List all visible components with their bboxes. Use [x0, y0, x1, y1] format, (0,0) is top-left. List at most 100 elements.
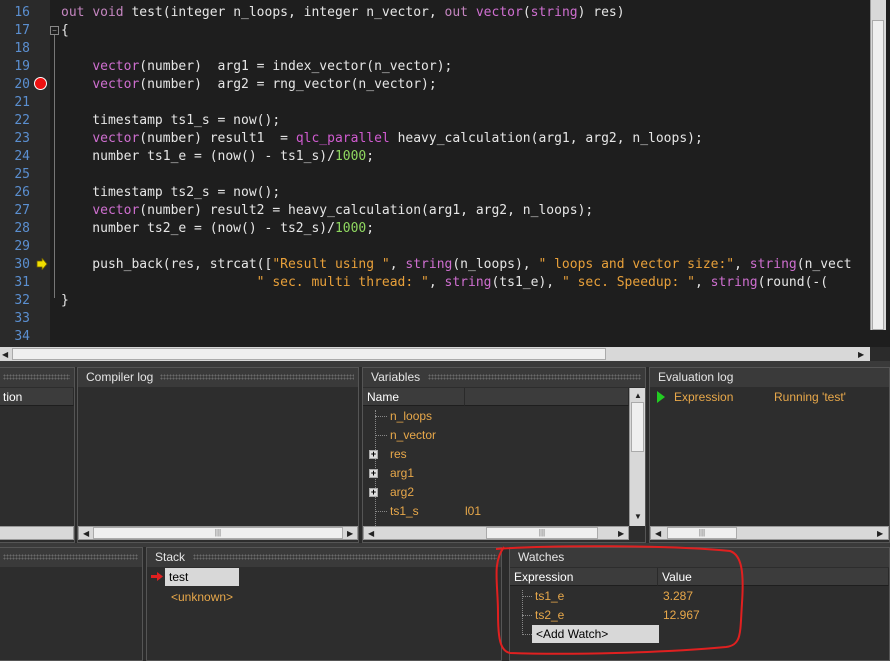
code-line-31: " sec. multi thread: ", string(ts1_e), "…	[256, 275, 829, 290]
variable-item[interactable]: n_loops	[390, 409, 432, 423]
scroll-down-icon[interactable]: ▼	[634, 512, 642, 521]
tree-guide	[375, 511, 387, 512]
variable-item[interactable]: res	[390, 447, 407, 461]
evaluation-log-label: Evaluation log	[658, 370, 734, 384]
line-number: 29	[14, 239, 30, 254]
panel-grip[interactable]	[3, 554, 138, 560]
code-line-20: vector(number) arg2 = rng_vector(n_vecto…	[92, 77, 437, 92]
eval-expression-column: Expression	[674, 390, 734, 404]
code-line-28: number ts2_e = (now() - ts2_s)/1000;	[61, 221, 375, 236]
variables-hscroll-thumb[interactable]: |||	[486, 527, 598, 539]
compiler-log-title: Compiler log	[78, 368, 358, 387]
variables-panel: Variables Name n_loops n_vector + res + …	[362, 367, 646, 543]
fold-toggle-icon[interactable]: −	[50, 26, 59, 35]
tree-guide	[375, 416, 387, 417]
line-number: 18	[14, 41, 30, 56]
bottom-left-panel	[0, 547, 143, 661]
compiler-log-label: Compiler log	[86, 370, 154, 384]
code-line-24: number ts1_e = (now() - ts1_s)/1000;	[61, 149, 375, 164]
panel-grip[interactable]	[193, 554, 497, 560]
line-number: 17	[14, 23, 30, 38]
tree-guide	[375, 435, 387, 436]
breakpoint-icon[interactable]	[34, 77, 47, 90]
partial-panel-title	[0, 368, 74, 387]
code-line-30: push_back(res, strcat(["Result using ", …	[61, 257, 852, 272]
expand-icon[interactable]: +	[369, 469, 378, 478]
code-line-27: vector(number) result2 = heavy_calculati…	[92, 203, 594, 218]
scroll-up-icon[interactable]: ▲	[634, 391, 642, 400]
code-line-32: }	[61, 293, 69, 308]
stack-arrow-icon	[151, 572, 163, 581]
variable-item[interactable]: arg2	[390, 485, 414, 499]
scroll-left-icon[interactable]: ◀	[368, 529, 374, 538]
stack-frame[interactable]: <unknown>	[171, 590, 233, 604]
editor-vertical-scroll-thumb[interactable]	[872, 20, 884, 330]
scroll-left-icon[interactable]: ◀	[655, 529, 661, 538]
line-number: 32	[14, 293, 30, 308]
compiler-log-panel: Compiler log ◀ ||| ▶	[77, 367, 359, 543]
stack-title: Stack	[147, 548, 501, 567]
line-number: 33	[14, 311, 30, 326]
compiler-log-hscroll-thumb[interactable]: |||	[93, 527, 343, 539]
variable-value: l01	[465, 504, 482, 518]
line-number: 20	[14, 77, 30, 92]
line-number: 21	[14, 95, 30, 110]
code-line-17: {	[61, 23, 69, 38]
line-number: 34	[14, 329, 30, 344]
scroll-right-icon[interactable]: ▶	[858, 350, 864, 359]
evaluation-log-hscroll[interactable]: ◀ ||| ▶	[650, 526, 889, 540]
play-icon	[657, 391, 665, 403]
partial-panel: tion	[0, 367, 75, 543]
line-number: 28	[14, 221, 30, 236]
scroll-left-icon[interactable]: ◀	[2, 350, 8, 359]
variables-title: Variables	[363, 368, 645, 387]
line-number: 22	[14, 113, 30, 128]
line-number: 23	[14, 131, 30, 146]
line-number: 25	[14, 167, 30, 182]
fold-guide	[54, 31, 55, 298]
partial-panel-hscroll[interactable]	[0, 526, 74, 540]
code-line-16: out void test(integer n_loops, integer n…	[61, 5, 625, 20]
panel-grip[interactable]	[3, 374, 70, 380]
eval-status: Running 'test'	[774, 390, 846, 404]
code-line-22: timestamp ts1_s = now();	[61, 113, 281, 128]
stack-frame-label: test	[169, 570, 189, 584]
scroll-left-icon[interactable]: ◀	[83, 529, 89, 538]
variables-vscroll[interactable]: ▲ ▼	[629, 388, 645, 526]
line-number: 31	[14, 275, 30, 290]
scroll-right-icon[interactable]: ▶	[877, 529, 883, 538]
evaluation-log-title: Evaluation log	[650, 368, 889, 387]
panel-grip[interactable]	[160, 374, 354, 380]
variables-hscroll[interactable]: ◀ ||| ▶	[363, 526, 629, 540]
scroll-right-icon[interactable]: ▶	[347, 529, 353, 538]
partial-column-header[interactable]: tion	[0, 388, 74, 406]
line-number: 27	[14, 203, 30, 218]
variable-item[interactable]: ts1_s	[390, 504, 419, 518]
panel-grip[interactable]	[428, 374, 641, 380]
bottom-left-title	[0, 548, 142, 567]
code-editor[interactable]	[0, 0, 890, 347]
stack-frame-selected[interactable]: test	[165, 568, 239, 586]
scroll-right-icon[interactable]: ▶	[618, 529, 624, 538]
editor-horizontal-scroll-thumb[interactable]	[12, 348, 606, 360]
variable-item[interactable]: arg1	[390, 466, 414, 480]
compiler-log-hscroll[interactable]: ◀ ||| ▶	[78, 526, 358, 540]
variables-vscroll-thumb[interactable]	[631, 402, 644, 452]
line-number: 16	[14, 5, 30, 20]
evaluation-log-panel: Evaluation log Expression Running 'test'…	[649, 367, 890, 543]
line-number: 26	[14, 185, 30, 200]
code-line-26: timestamp ts2_s = now();	[61, 185, 281, 200]
variable-item[interactable]: n_vector	[390, 428, 436, 442]
line-number: 19	[14, 59, 30, 74]
variables-value-column-header[interactable]	[465, 388, 629, 406]
variables-label: Variables	[371, 370, 421, 384]
stack-label: Stack	[155, 550, 186, 564]
evaluation-log-hscroll-thumb[interactable]: |||	[667, 527, 737, 539]
current-line-arrow-icon	[36, 258, 48, 270]
variables-name-column-header[interactable]: Name	[363, 388, 465, 406]
expand-icon[interactable]: +	[369, 450, 378, 459]
expand-icon[interactable]: +	[369, 488, 378, 497]
line-number: 30	[14, 257, 30, 272]
annotation-circle	[495, 545, 744, 655]
stack-panel: Stack test <unknown>	[146, 547, 502, 661]
